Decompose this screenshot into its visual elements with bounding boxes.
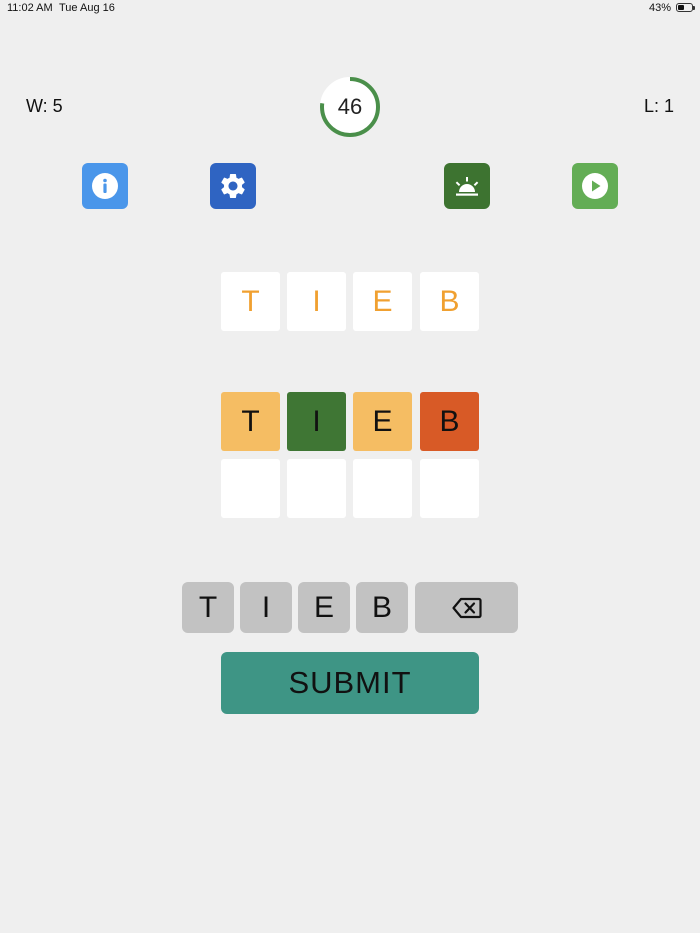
info-icon (92, 173, 118, 199)
battery-icon (676, 3, 695, 12)
guess-tile-empty (353, 459, 412, 518)
settings-button[interactable] (210, 163, 256, 209)
play-icon (582, 173, 608, 199)
target-tile: B (420, 272, 479, 331)
backspace-button[interactable] (415, 582, 518, 633)
backspace-icon (451, 597, 482, 618)
guess-tile: I (287, 392, 346, 451)
target-tile: I (287, 272, 346, 331)
key-i[interactable]: I (240, 582, 292, 633)
timer-value: 46 (337, 94, 363, 119)
target-tile: E (353, 272, 412, 331)
guess-tile: T (221, 392, 280, 451)
info-button[interactable] (82, 163, 128, 209)
countdown-timer: 46 (319, 76, 381, 138)
guess-tile-empty (420, 459, 479, 518)
key-t[interactable]: T (182, 582, 234, 633)
key-b[interactable]: B (356, 582, 408, 633)
guess-tile-empty (221, 459, 280, 518)
sunrise-icon (455, 177, 479, 196)
guess-tile-empty (287, 459, 346, 518)
battery-percentage: 43% (648, 2, 671, 14)
play-button[interactable] (572, 163, 618, 209)
guess-tile: E (353, 392, 412, 451)
guess-tile: B (420, 392, 479, 451)
hint-button[interactable] (444, 163, 490, 209)
target-tile: T (221, 272, 280, 331)
status-time: 11:02 AM (7, 2, 53, 14)
wins-counter: W: 5 (26, 96, 63, 116)
battery-level (678, 5, 684, 10)
key-e[interactable]: E (298, 582, 350, 633)
losses-counter: L: 1 (643, 96, 674, 116)
status-date: Tue Aug 16 (59, 2, 115, 14)
submit-button[interactable]: SUBMIT (221, 652, 479, 714)
gear-icon (221, 174, 245, 198)
